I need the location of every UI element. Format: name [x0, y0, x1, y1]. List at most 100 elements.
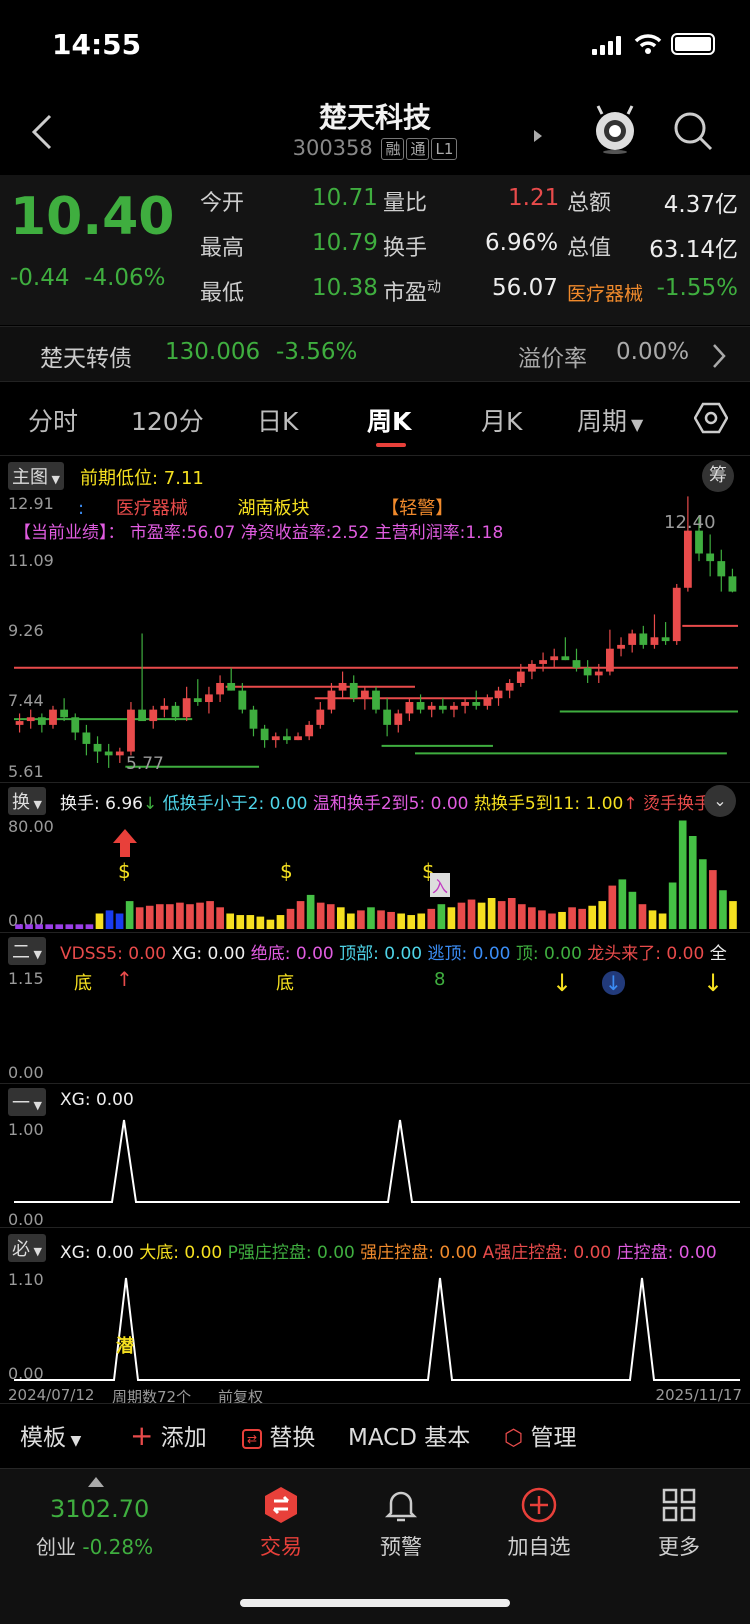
- turnover-bar: [186, 904, 194, 929]
- turnover-bar: [397, 913, 405, 929]
- status-bar: 14:55: [0, 0, 750, 88]
- search-icon[interactable]: [672, 110, 714, 152]
- down-mark-2: ↓: [602, 971, 625, 995]
- turnover-bar: [467, 899, 476, 929]
- turnover-bar: [226, 913, 235, 929]
- panel2-selector[interactable]: 二 ▼: [8, 937, 46, 965]
- turnover-bar: [55, 924, 64, 929]
- index-row[interactable]: 创业 -0.28%: [36, 1531, 153, 1560]
- replace-button[interactable]: ⇄ 替换: [242, 1418, 315, 1452]
- high-price-label: 12.40: [664, 512, 716, 533]
- turnover-bar: [447, 907, 456, 929]
- candle: [405, 702, 414, 714]
- wifi-icon: [634, 34, 662, 54]
- quote-panel: 10.40 -0.44 -4.06% 今开 10.71 量比 1.21 总额 4…: [0, 175, 750, 325]
- tab-intraday[interactable]: 分时: [28, 402, 78, 438]
- turnover-bar: [477, 902, 486, 929]
- tab-period[interactable]: 周期 ▼: [577, 402, 643, 438]
- turnover-bar: [306, 894, 315, 929]
- trade-icon: [265, 1487, 297, 1523]
- info-sep: :: [78, 498, 85, 519]
- candle: [695, 530, 703, 554]
- manage-button[interactable]: ⬡ 管理: [504, 1418, 577, 1452]
- grid-icon: [662, 1488, 696, 1522]
- nav-trade[interactable]: 交易: [236, 1485, 326, 1561]
- down-mark-3: ↓: [703, 969, 724, 997]
- turnover-bar: [115, 913, 124, 929]
- candle: [82, 732, 91, 744]
- period-tabs: 分时 120分 日K 周K 月K 周期 ▼: [0, 384, 750, 448]
- caret-down-icon: ▼: [631, 415, 644, 434]
- turnover-bar: [598, 901, 607, 929]
- nav-alert[interactable]: 预警: [356, 1485, 446, 1561]
- macd-button[interactable]: MACD 基本: [348, 1418, 470, 1452]
- turnover-bar: [658, 913, 667, 929]
- info-row-2: 【当前业绩】： 市盈率:56.07 净资收益率:2.52 主营利润率:1.18: [14, 518, 503, 543]
- turnover-bar-chart[interactable]: [0, 783, 750, 931]
- candle: [149, 709, 158, 722]
- bell-icon: [384, 1491, 418, 1522]
- tab-120min[interactable]: 120分: [131, 402, 204, 438]
- play-icon[interactable]: [533, 129, 543, 143]
- candle: [282, 736, 291, 741]
- turnover-bar: [417, 913, 426, 929]
- signal-icon: [592, 35, 628, 55]
- candle: [561, 656, 570, 661]
- mascot-icon[interactable]: [592, 104, 638, 154]
- market-cap-label: 总值: [567, 236, 612, 261]
- tab-weekly[interactable]: 周K: [367, 402, 411, 438]
- time-axis: 2024/07/12 周期数72个 前复权 2025/11/17: [0, 1386, 750, 1406]
- low-value: 10.38: [312, 275, 378, 301]
- turnover-bar: [387, 911, 395, 929]
- manage-hex-icon: ⬡: [504, 1426, 524, 1451]
- amount-label: 总额: [567, 191, 612, 216]
- candle: [494, 690, 503, 699]
- add-circle-icon: [521, 1487, 557, 1523]
- candle: [37, 717, 46, 725]
- price-change: -0.44 -4.06%: [10, 265, 166, 291]
- turnover-bar: [578, 908, 586, 929]
- index-change: -0.28%: [82, 1535, 154, 1559]
- pe-label: 市盈动: [383, 279, 442, 306]
- panel4-signal-line: [14, 1277, 740, 1381]
- candle: [706, 553, 715, 562]
- candle: [539, 660, 547, 664]
- candle: [383, 709, 392, 725]
- tag-connect: 通: [406, 138, 430, 160]
- nav-more[interactable]: 更多: [634, 1485, 724, 1561]
- y-axis-bottom: 5.61: [8, 762, 44, 781]
- turnover-bar: [729, 901, 737, 929]
- axis-start-date: 2024/07/12: [8, 1386, 95, 1404]
- home-indicator: [240, 1599, 510, 1607]
- eight-mark: 8: [434, 969, 446, 990]
- bottom-mark-1: 底: [74, 973, 92, 994]
- turnover-bar: [155, 904, 164, 929]
- performance-prefix: 【当前业绩】：: [14, 523, 125, 543]
- turnover-bar: [15, 924, 23, 929]
- candle: [461, 702, 470, 706]
- candle: [450, 705, 458, 710]
- candle: [205, 694, 213, 703]
- nav-add-watchlist[interactable]: 加自选: [494, 1485, 584, 1561]
- bottom-nav: 3102.70 创业 -0.28% 交易 预警 加自选 更多: [0, 1468, 750, 1624]
- settings-hex-icon[interactable]: [694, 401, 728, 435]
- candle: [182, 698, 191, 718]
- candle: [516, 671, 525, 683]
- y-axis-top: 12.91: [8, 494, 54, 513]
- signal-panel-4: 必 ▼ XG: 0.00 大底: 0.00 P强庄控盘: 0.00 强庄控盘: …: [0, 1227, 750, 1385]
- candle: [661, 637, 670, 642]
- turnover-bar: [437, 904, 446, 929]
- index-value[interactable]: 3102.70: [50, 1495, 149, 1523]
- industry-link[interactable]: 医疗器械: [567, 279, 643, 306]
- panel2-axis-top: 1.15: [8, 969, 44, 988]
- change-value: -0.44: [10, 265, 70, 291]
- turnover-bar: [176, 902, 184, 929]
- open-label: 今开: [200, 191, 245, 216]
- tab-daily[interactable]: 日K: [257, 402, 298, 438]
- convertible-bond-row[interactable]: 楚天转债 130.006 -3.56% 溢价率 0.00%: [0, 326, 750, 382]
- turnover-bar: [357, 910, 365, 929]
- tab-monthly[interactable]: 月K: [481, 402, 522, 438]
- y-axis-2: 11.09: [8, 551, 54, 570]
- add-button[interactable]: + 添加: [130, 1418, 207, 1452]
- template-button[interactable]: 模板 ▼: [20, 1418, 81, 1452]
